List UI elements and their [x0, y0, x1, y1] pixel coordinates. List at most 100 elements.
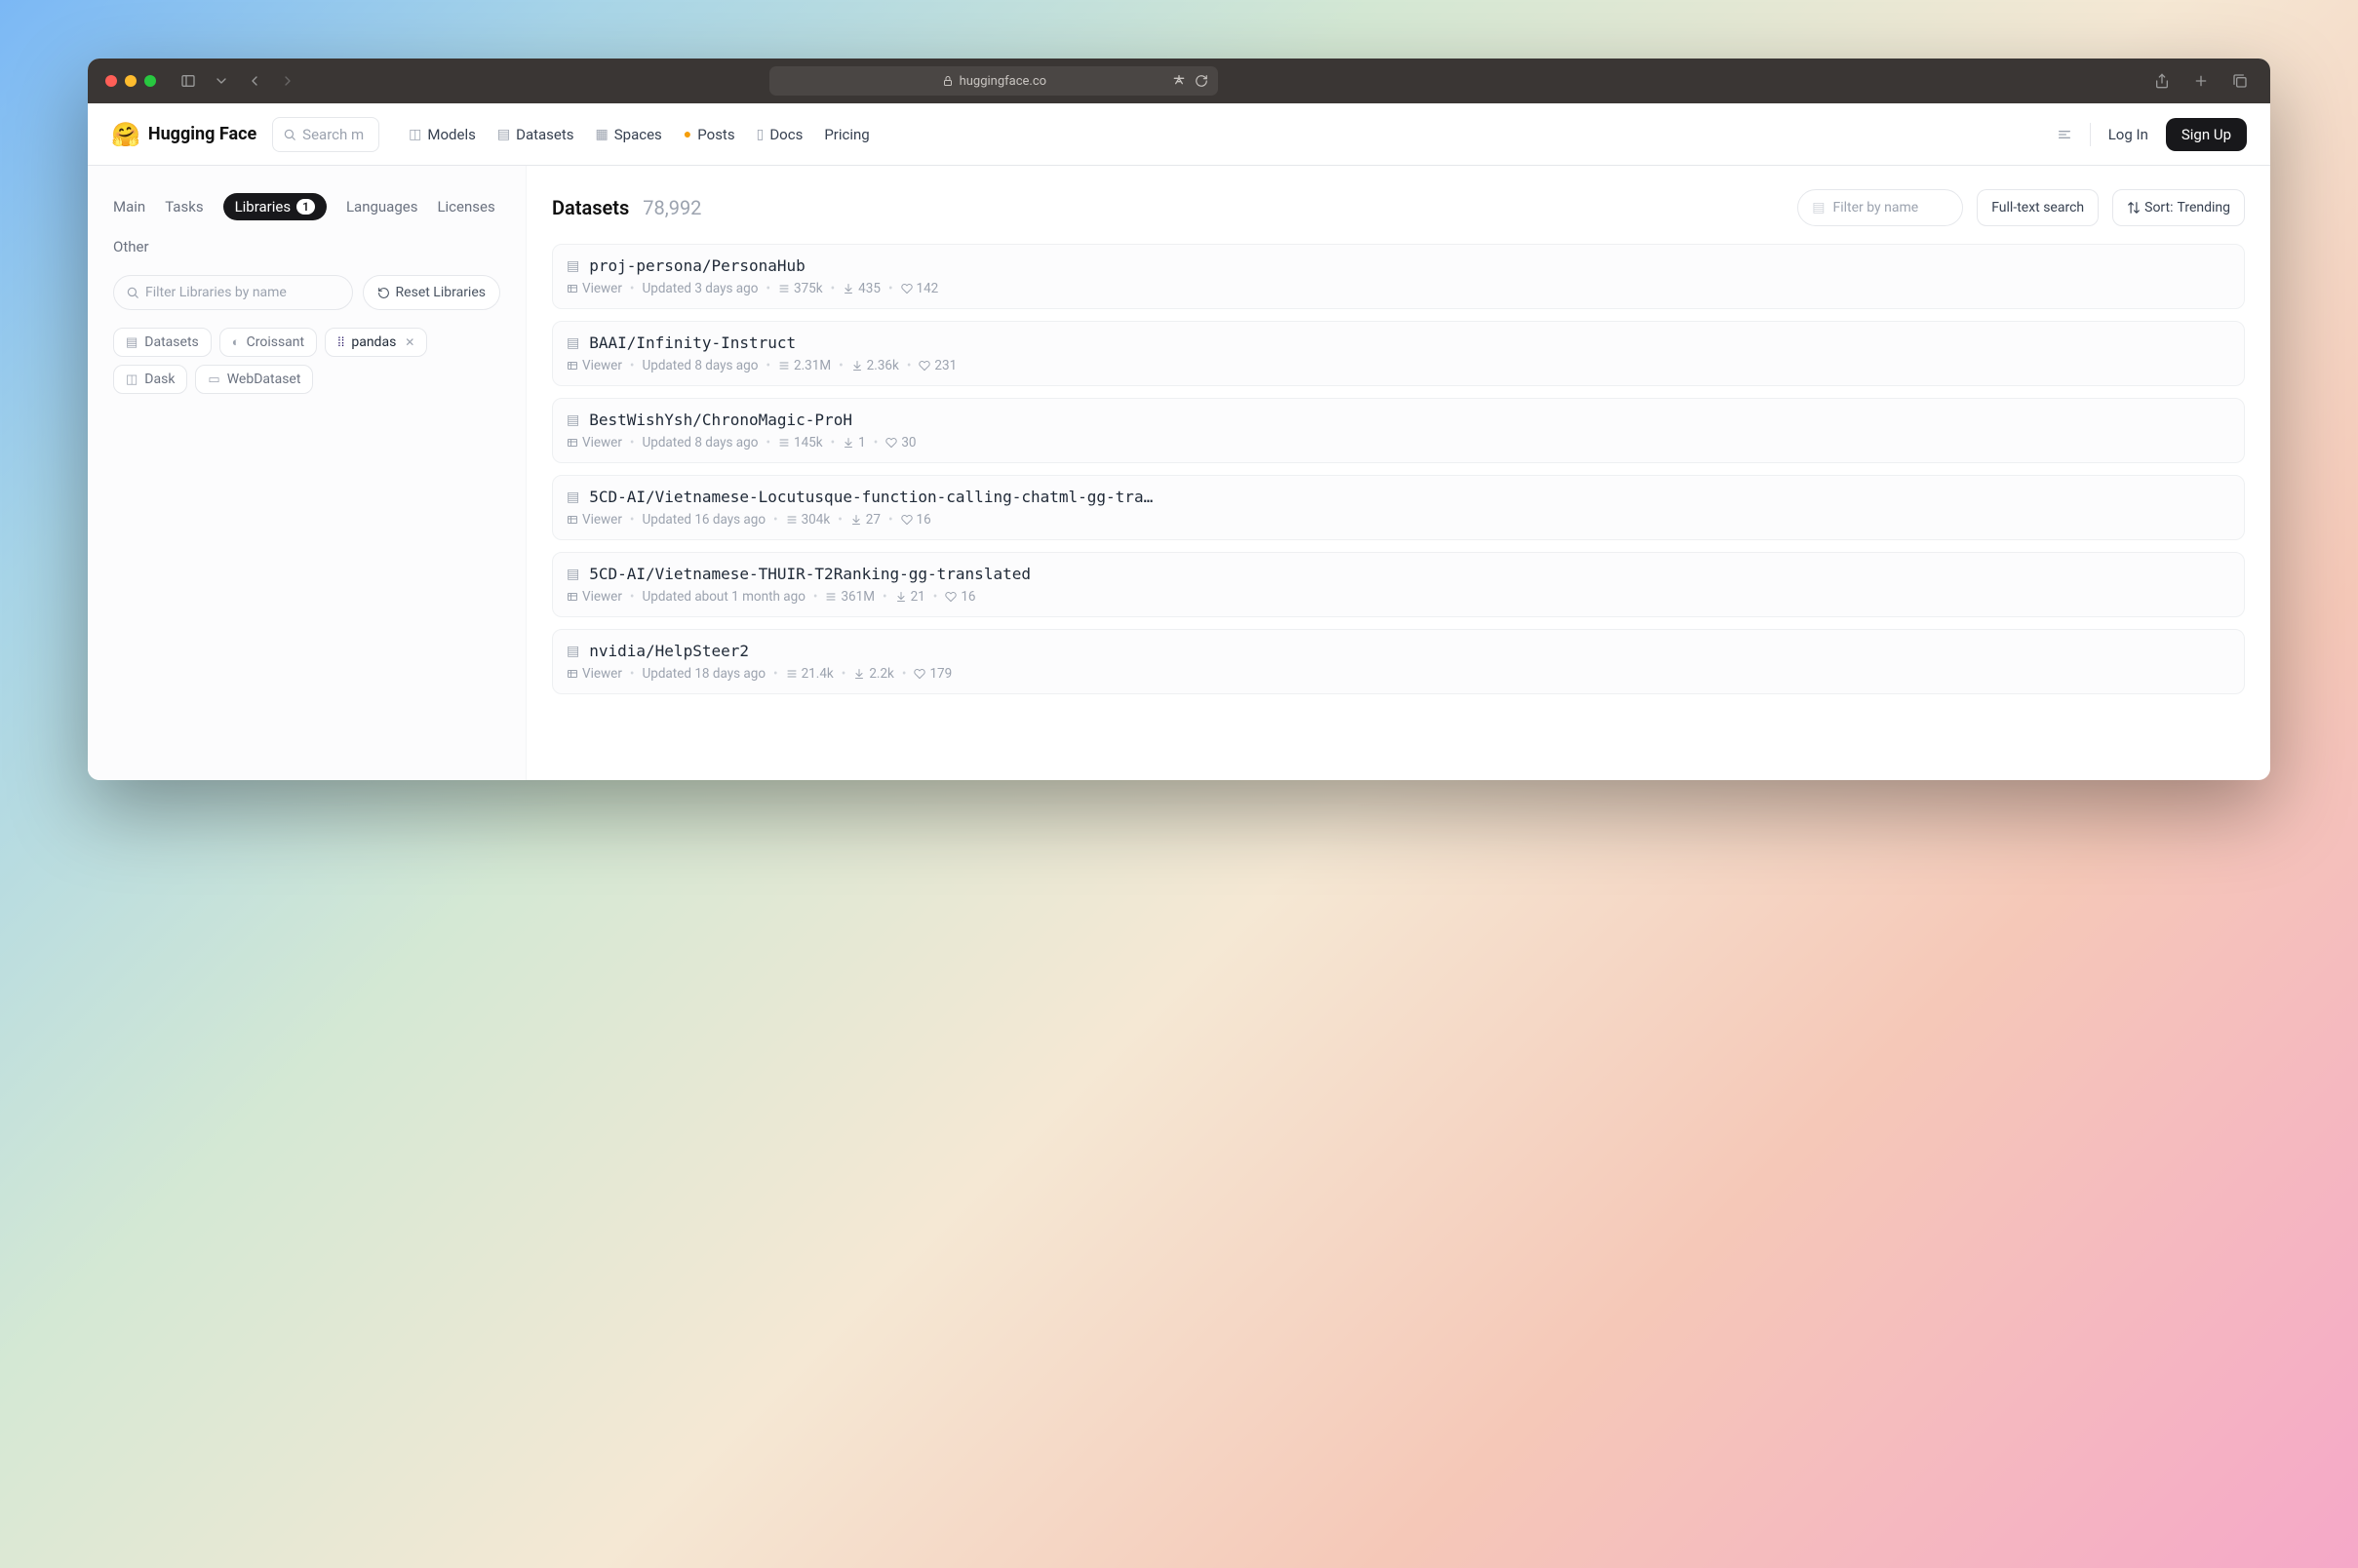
- tag-datasets[interactable]: ▤Datasets: [113, 328, 212, 357]
- likes-count: 231: [919, 358, 957, 373]
- tag-pandas[interactable]: ⁞⁞ pandas ✕: [325, 328, 427, 357]
- updated-text: Updated 18 days ago: [642, 666, 766, 682]
- login-link[interactable]: Log In: [2108, 126, 2148, 143]
- chevron-down-icon[interactable]: [209, 68, 234, 94]
- chat-icon: ●: [684, 126, 691, 142]
- dataset-icon: ▤: [567, 335, 579, 351]
- sort-button[interactable]: Sort: Trending: [2112, 189, 2245, 226]
- dataset-card[interactable]: ▤ BestWishYsh/ChronoMagic-ProH Viewer • …: [552, 398, 2245, 463]
- search-icon: [283, 128, 296, 141]
- nav-posts[interactable]: ●Posts: [684, 126, 735, 143]
- dataset-card[interactable]: ▤ BAAI/Infinity-Instruct Viewer • Update…: [552, 321, 2245, 386]
- datasets-icon: ▤: [126, 335, 138, 350]
- dataset-card[interactable]: ▤ nvidia/HelpSteer2 Viewer • Updated 18 …: [552, 629, 2245, 694]
- translate-icon[interactable]: [1171, 73, 1187, 89]
- dataset-card[interactable]: ▤ 5CD-AI/Vietnamese-Locutusque-function-…: [552, 475, 2245, 540]
- grid-icon: ▦: [596, 127, 609, 142]
- updated-text: Updated 8 days ago: [642, 435, 758, 451]
- sidebar-toggle-icon[interactable]: [176, 68, 201, 94]
- back-button[interactable]: [242, 68, 267, 94]
- tag-croissant[interactable]: ◐Croissant: [219, 328, 317, 357]
- reset-libraries-button[interactable]: Reset Libraries: [363, 275, 500, 310]
- new-tab-icon[interactable]: [2188, 68, 2214, 94]
- forward-button[interactable]: [275, 68, 300, 94]
- tab-licenses[interactable]: Licenses: [437, 198, 494, 216]
- viewer-badge[interactable]: Viewer: [567, 281, 622, 296]
- filter-by-name-input[interactable]: ▤ Filter by name: [1797, 189, 1963, 226]
- dataset-icon: ▤: [567, 412, 579, 428]
- site-header: 🤗 Hugging Face Search m ◫Models ▤Dataset…: [88, 103, 2270, 166]
- likes-count: 16: [945, 589, 975, 605]
- libraries-count-badge: 1: [296, 199, 315, 215]
- updated-text: Updated 16 days ago: [642, 512, 766, 528]
- updated-text: Updated 8 days ago: [642, 358, 758, 373]
- viewer-badge[interactable]: Viewer: [567, 435, 622, 451]
- downloads-count: 27: [850, 512, 881, 528]
- window-close-button[interactable]: [105, 75, 117, 87]
- database-icon: ▤: [497, 127, 510, 142]
- dataset-name: 5CD-AI/Vietnamese-Locutusque-function-ca…: [589, 488, 1153, 506]
- dataset-name: proj-persona/PersonaHub: [589, 256, 806, 275]
- dask-icon: ◫: [126, 372, 138, 387]
- likes-count: 16: [901, 512, 931, 528]
- dataset-card[interactable]: ▤ proj-persona/PersonaHub Viewer • Updat…: [552, 244, 2245, 309]
- nav-datasets[interactable]: ▤Datasets: [497, 126, 574, 143]
- filter-icon: ▤: [1812, 200, 1825, 216]
- reset-icon: [377, 287, 390, 299]
- lock-icon: [942, 75, 954, 87]
- tab-other[interactable]: Other: [113, 238, 149, 255]
- dataset-icon: ▤: [567, 490, 579, 505]
- results-panel: Datasets 78,992 ▤ Filter by name Full-te…: [527, 166, 2270, 780]
- more-menu-icon[interactable]: [2057, 127, 2072, 142]
- share-icon[interactable]: [2149, 68, 2175, 94]
- rows-count: 21.4k: [786, 666, 834, 682]
- croissant-icon: ◐: [232, 334, 240, 350]
- tab-tasks[interactable]: Tasks: [165, 198, 203, 216]
- cube-icon: ◫: [409, 127, 421, 142]
- downloads-count: 2.2k: [853, 666, 894, 682]
- tab-main[interactable]: Main: [113, 198, 145, 216]
- viewer-badge[interactable]: Viewer: [567, 589, 622, 605]
- filter-sidebar: Main Tasks Libraries 1 Languages License…: [88, 166, 527, 780]
- sort-icon: [2127, 201, 2141, 215]
- tag-dask[interactable]: ◫Dask: [113, 365, 187, 394]
- rows-count: 304k: [786, 512, 831, 528]
- window-zoom-button[interactable]: [144, 75, 156, 87]
- reload-icon[interactable]: [1195, 74, 1208, 88]
- logo-emoji-icon: 🤗: [111, 121, 140, 148]
- doc-icon: ▯: [757, 127, 765, 142]
- nav-pricing[interactable]: Pricing: [824, 126, 869, 143]
- filter-libraries-input[interactable]: Filter Libraries by name: [113, 275, 353, 310]
- remove-tag-icon[interactable]: ✕: [405, 335, 414, 349]
- dataset-icon: ▤: [567, 567, 579, 582]
- downloads-count: 1: [843, 435, 866, 451]
- downloads-count: 435: [843, 281, 881, 296]
- site-logo[interactable]: 🤗 Hugging Face: [111, 121, 256, 148]
- nav-docs[interactable]: ▯Docs: [757, 126, 804, 143]
- search-placeholder: Search m: [302, 126, 364, 143]
- tab-libraries[interactable]: Libraries 1: [223, 193, 327, 220]
- address-bar[interactable]: huggingface.co: [769, 66, 1218, 96]
- viewer-badge[interactable]: Viewer: [567, 512, 622, 528]
- tabs-icon[interactable]: [2227, 68, 2253, 94]
- signup-button[interactable]: Sign Up: [2166, 118, 2247, 151]
- webdataset-icon: ▭: [208, 372, 219, 387]
- pandas-icon: ⁞⁞: [337, 334, 344, 350]
- divider: [2090, 123, 2091, 146]
- tab-languages[interactable]: Languages: [346, 198, 418, 216]
- downloads-count: 21: [895, 589, 925, 605]
- window-minimize-button[interactable]: [125, 75, 137, 87]
- viewer-badge[interactable]: Viewer: [567, 666, 622, 682]
- dataset-name: BestWishYsh/ChronoMagic-ProH: [589, 411, 852, 429]
- downloads-count: 2.36k: [851, 358, 899, 373]
- dataset-name: BAAI/Infinity-Instruct: [589, 333, 796, 352]
- nav-spaces[interactable]: ▦Spaces: [596, 126, 662, 143]
- dataset-name: 5CD-AI/Vietnamese-THUIR-T2Ranking-gg-tra…: [589, 565, 1031, 583]
- viewer-badge[interactable]: Viewer: [567, 358, 622, 373]
- search-input[interactable]: Search m: [272, 117, 379, 152]
- tag-webdataset[interactable]: ▭WebDataset: [195, 365, 313, 394]
- dataset-card[interactable]: ▤ 5CD-AI/Vietnamese-THUIR-T2Ranking-gg-t…: [552, 552, 2245, 617]
- dataset-icon: ▤: [567, 644, 579, 659]
- fulltext-search-button[interactable]: Full-text search: [1977, 189, 2099, 226]
- nav-models[interactable]: ◫Models: [409, 126, 476, 143]
